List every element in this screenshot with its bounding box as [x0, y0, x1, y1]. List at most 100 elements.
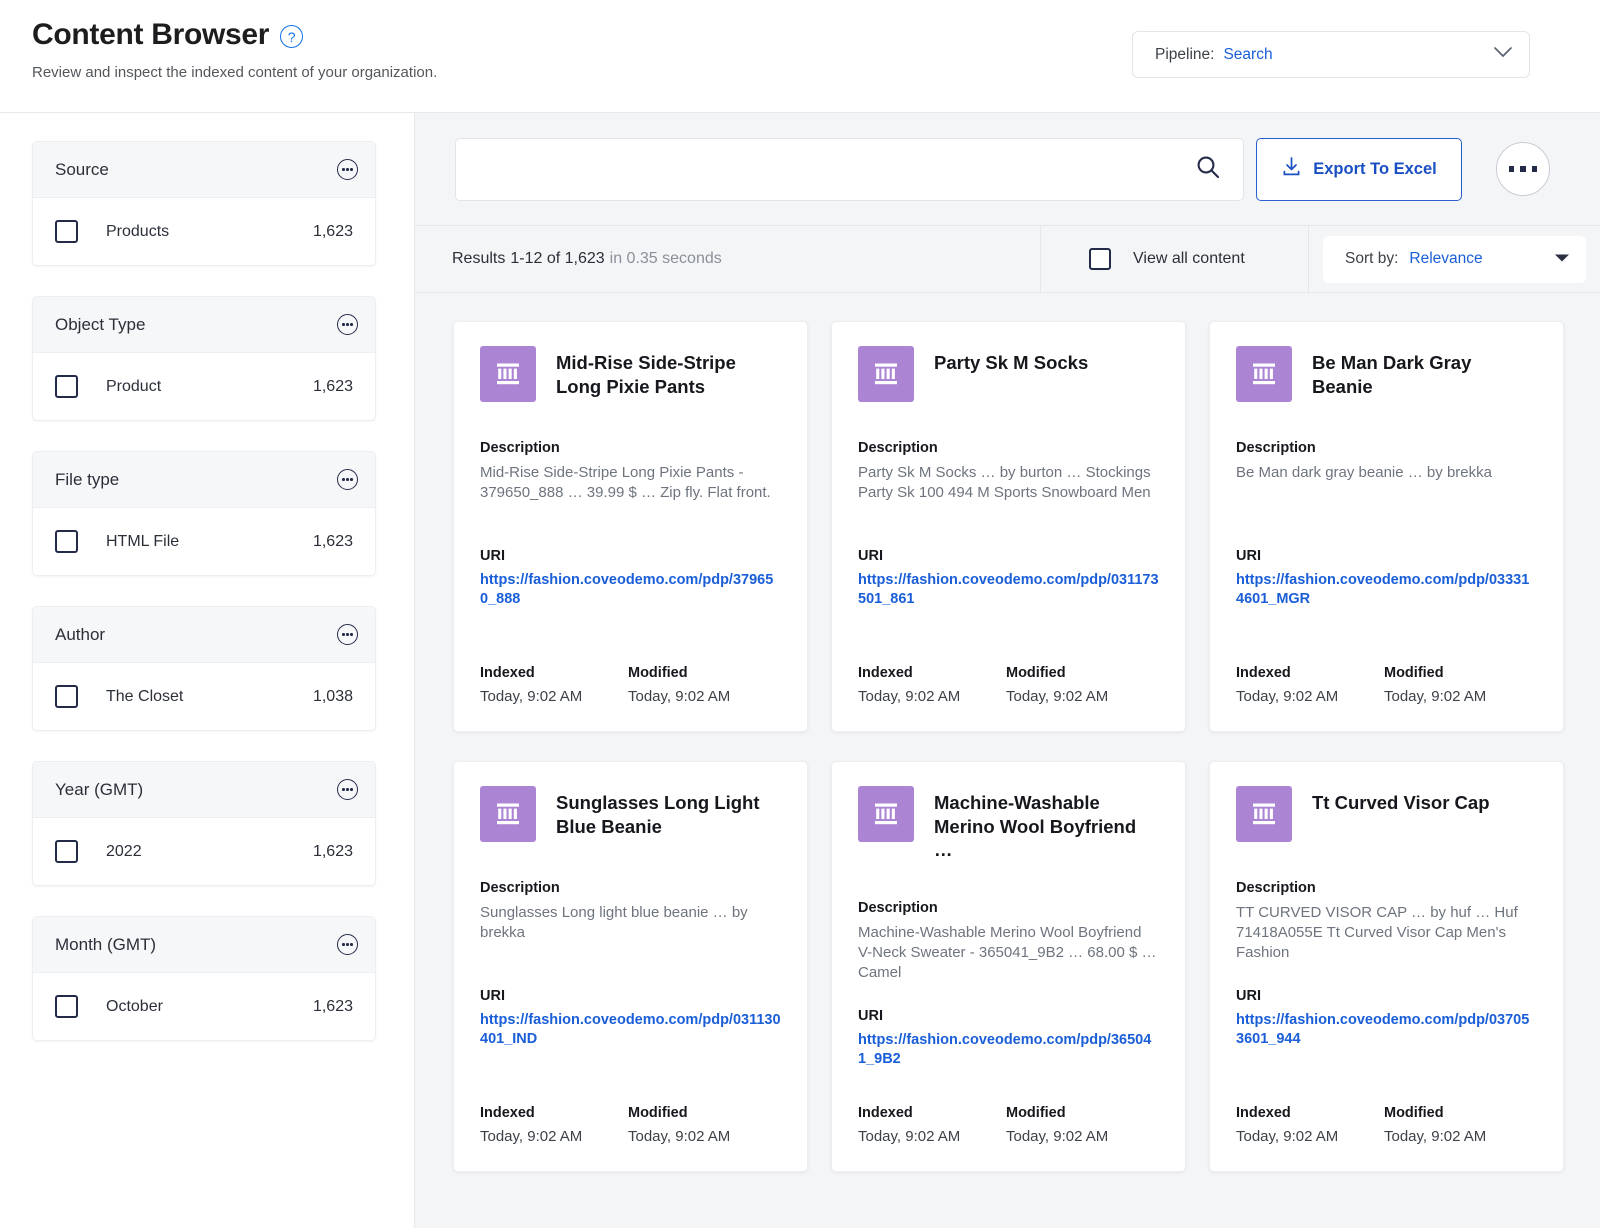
product-columns-icon [858, 346, 914, 402]
modified-label: Modified [1006, 1105, 1154, 1121]
question-circle-icon[interactable]: ? [280, 25, 303, 48]
indexed-value: Today, 9:02 AM [858, 1128, 1006, 1145]
result-meta-row: Indexed Today, 9:02 AM Modified Today, 9… [480, 1105, 781, 1145]
facet-header: Month (GMT) [33, 917, 375, 973]
modified-label: Modified [628, 1105, 776, 1121]
facet-option-row[interactable]: The Closet 1,038 [33, 663, 375, 730]
indexed-value: Today, 9:02 AM [480, 688, 628, 705]
content-browser-page: Content Browser ? Review and inspect the… [0, 0, 1600, 1228]
facet-checkbox[interactable] [55, 220, 78, 243]
facet-header: Object Type [33, 297, 375, 353]
modified-col: Modified Today, 9:02 AM [1384, 1105, 1532, 1145]
result-uri-link[interactable]: https://fashion.coveodemo.com/pdp/031173… [858, 571, 1159, 610]
facet-title: Year (GMT) [55, 780, 143, 800]
modified-value: Today, 9:02 AM [1006, 1128, 1154, 1145]
facet-checkbox[interactable] [55, 375, 78, 398]
result-uri-block: URI https://fashion.coveodemo.com/pdp/03… [858, 548, 1159, 644]
facet-option-row[interactable]: Products 1,623 [33, 198, 375, 265]
chevron-down-icon [1493, 46, 1513, 64]
view-all-content-checkbox[interactable] [1089, 248, 1111, 270]
facet-value-label: Products [106, 223, 169, 241]
search-icon[interactable] [1195, 154, 1221, 185]
facet-checkbox[interactable] [55, 840, 78, 863]
modified-col: Modified Today, 9:02 AM [1384, 665, 1532, 705]
facet-checkbox[interactable] [55, 995, 78, 1018]
modified-label: Modified [1384, 665, 1532, 681]
modified-col: Modified Today, 9:02 AM [1006, 1105, 1154, 1145]
search-input[interactable] [478, 160, 1195, 178]
indexed-label: Indexed [858, 665, 1006, 681]
uri-label: URI [1236, 548, 1537, 564]
page-body: Source Products 1,623 Object Type Produc… [0, 113, 1600, 1228]
result-uri-block: URI https://fashion.coveodemo.com/pdp/03… [1236, 548, 1537, 644]
result-description: Sunglasses Long light blue beanie … by b… [480, 903, 781, 943]
facet-header: Year (GMT) [33, 762, 375, 818]
sort-by-select[interactable]: Sort by: Relevance [1323, 236, 1586, 283]
result-meta-row: Indexed Today, 9:02 AM Modified Today, 9… [1236, 1105, 1537, 1145]
result-uri-link[interactable]: https://fashion.coveodemo.com/pdp/365041… [858, 1031, 1159, 1070]
more-horizontal-icon[interactable] [337, 469, 358, 490]
more-horizontal-icon[interactable] [337, 314, 358, 335]
facet-checkbox[interactable] [55, 685, 78, 708]
result-title: Sunglasses Long Light Blue Beanie [556, 786, 781, 838]
result-description-block: Description Mid-Rise Side-Stripe Long Pi… [480, 440, 781, 548]
facet-title: File type [55, 470, 119, 490]
modified-value: Today, 9:02 AM [628, 688, 776, 705]
more-horizontal-icon[interactable] [337, 624, 358, 645]
product-columns-icon [480, 786, 536, 842]
more-horizontal-icon[interactable] [337, 159, 358, 180]
export-to-excel-button[interactable]: Export To Excel [1256, 138, 1462, 201]
result-uri-link[interactable]: https://fashion.coveodemo.com/pdp/031130… [480, 1011, 781, 1050]
modified-col: Modified Today, 9:02 AM [628, 1105, 776, 1145]
view-all-content-toggle[interactable]: View all content [1040, 226, 1308, 292]
result-card-header: Tt Curved Visor Cap [1236, 786, 1537, 842]
more-options-button[interactable] [1496, 142, 1550, 196]
result-description: TT CURVED VISOR CAP … by huf … Huf 71418… [1236, 903, 1537, 962]
facet-option-row[interactable]: HTML File 1,623 [33, 508, 375, 575]
search-box[interactable] [455, 138, 1244, 201]
more-horizontal-icon[interactable] [337, 934, 358, 955]
description-label: Description [1236, 880, 1537, 896]
description-label: Description [480, 880, 781, 896]
result-uri-link[interactable]: https://fashion.coveodemo.com/pdp/037053… [1236, 1011, 1537, 1050]
pipeline-value: Search [1223, 46, 1272, 64]
uri-label: URI [480, 988, 781, 1004]
facet-checkbox[interactable] [55, 530, 78, 553]
result-card[interactable]: Be Man Dark Gray Beanie Description Be M… [1209, 321, 1564, 732]
results-area: Mid-Rise Side-Stripe Long Pixie Pants De… [415, 293, 1600, 1228]
indexed-col: Indexed Today, 9:02 AM [480, 665, 628, 705]
result-title: Tt Curved Visor Cap [1312, 786, 1490, 815]
view-all-content-label: View all content [1133, 250, 1245, 268]
result-uri-link[interactable]: https://fashion.coveodemo.com/pdp/379650… [480, 571, 781, 610]
result-card[interactable]: Tt Curved Visor Cap Description TT CURVE… [1209, 761, 1564, 1172]
pipeline-label: Pipeline: [1155, 46, 1214, 64]
facet-option-row[interactable]: 2022 1,623 [33, 818, 375, 885]
result-description-block: Description Machine-Washable Merino Wool… [858, 900, 1159, 1008]
result-card[interactable]: Machine-Washable Merino Wool Boyfriend …… [831, 761, 1186, 1172]
description-label: Description [858, 440, 1159, 456]
result-card[interactable]: Mid-Rise Side-Stripe Long Pixie Pants De… [453, 321, 808, 732]
result-title: Mid-Rise Side-Stripe Long Pixie Pants [556, 346, 781, 398]
modified-value: Today, 9:02 AM [1006, 688, 1154, 705]
results-prefix: Results [452, 250, 505, 268]
facet-value-label: HTML File [106, 533, 179, 551]
result-uri-block: URI https://fashion.coveodemo.com/pdp/36… [858, 1008, 1159, 1104]
sort-zone: Sort by: Relevance [1308, 226, 1600, 292]
product-columns-icon [858, 786, 914, 842]
more-horizontal-icon[interactable] [337, 779, 358, 800]
pipeline-selector[interactable]: Pipeline: Search [1132, 31, 1530, 78]
result-uri-link[interactable]: https://fashion.coveodemo.com/pdp/033314… [1236, 571, 1537, 610]
result-meta-row: Indexed Today, 9:02 AM Modified Today, 9… [858, 1105, 1159, 1145]
result-title: Machine-Washable Merino Wool Boyfriend … [934, 786, 1159, 862]
modified-value: Today, 9:02 AM [1384, 688, 1532, 705]
result-uri-block: URI https://fashion.coveodemo.com/pdp/03… [1236, 988, 1537, 1084]
result-description-block: Description Be Man dark gray beanie … by… [1236, 440, 1537, 548]
results-summary-bar: Results 1-12 of 1,623 in 0.35 seconds Vi… [415, 225, 1600, 293]
facet-option-row[interactable]: October 1,623 [33, 973, 375, 1040]
facet-option-row[interactable]: Product 1,623 [33, 353, 375, 420]
result-card[interactable]: Sunglasses Long Light Blue Beanie Descri… [453, 761, 808, 1172]
result-card[interactable]: Party Sk M Socks Description Party Sk M … [831, 321, 1186, 732]
results-range: 1-12 of 1,623 [510, 250, 604, 268]
facet-title: Object Type [55, 315, 145, 335]
indexed-label: Indexed [858, 1105, 1006, 1121]
